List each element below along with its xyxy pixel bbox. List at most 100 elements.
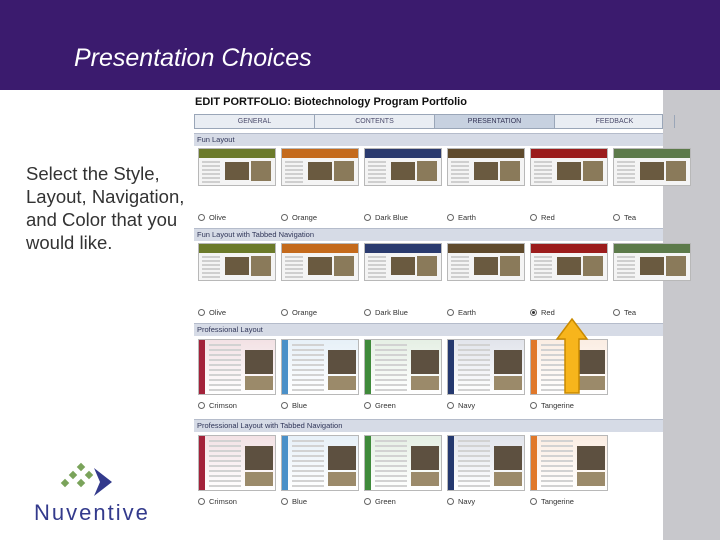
layout-thumbnail[interactable] [447, 148, 525, 186]
layout-thumbnail[interactable] [198, 339, 276, 395]
layout-thumbnail[interactable] [613, 243, 691, 281]
color-option-label: Dark Blue [375, 308, 408, 317]
layout-thumbnail[interactable] [364, 339, 442, 395]
thumbnail-part [557, 257, 581, 275]
slide-title: Presentation Choices [74, 44, 312, 72]
color-option[interactable]: Blue [281, 401, 307, 411]
color-option[interactable]: Crimson [198, 401, 237, 411]
color-option[interactable]: Olive [198, 213, 226, 223]
radio-button[interactable] [198, 213, 205, 221]
tab-feedback[interactable]: FEEDBACK [555, 115, 675, 128]
color-option[interactable]: Tangerine [530, 497, 574, 507]
color-option[interactable]: Dark Blue [364, 308, 408, 318]
thumbnail-part [617, 256, 635, 278]
thumbnail-part [451, 161, 469, 183]
layout-thumbnail[interactable] [198, 243, 276, 281]
radio-button[interactable] [281, 401, 288, 409]
radio-button[interactable] [281, 213, 288, 221]
layout-thumbnail[interactable] [530, 148, 608, 186]
color-option[interactable]: Orange [281, 308, 317, 318]
color-option-label: Tea [624, 308, 637, 317]
tab-contents[interactable]: CONTENTS [315, 115, 435, 128]
radio-button[interactable] [281, 308, 288, 316]
layout-thumbnail[interactable] [447, 435, 525, 491]
radio-button[interactable] [613, 213, 620, 221]
layout-thumbnail[interactable] [447, 243, 525, 281]
color-option-label: Olive [209, 213, 227, 222]
layout-thumbnail[interactable] [281, 148, 359, 186]
color-option[interactable]: Blue [281, 497, 307, 507]
radio-button[interactable] [530, 401, 537, 409]
color-option[interactable]: Tea [613, 213, 636, 223]
color-option[interactable]: Earth [447, 213, 476, 223]
thumbnail-part [531, 340, 537, 394]
thumbnail-part [577, 472, 605, 486]
radio-button[interactable] [530, 497, 537, 505]
layout-thumbnail[interactable] [364, 435, 442, 491]
thumbnail-part [202, 161, 220, 183]
layout-thumbnail[interactable] [364, 243, 442, 281]
color-option[interactable]: Red [530, 308, 555, 318]
radio-button[interactable] [447, 497, 454, 505]
tab-presentation[interactable]: PRESENTATION [435, 115, 555, 128]
color-option[interactable]: Navy [447, 497, 475, 507]
color-option-label: Earth [458, 308, 476, 317]
layout-thumbnail[interactable] [613, 148, 691, 186]
thumbnail-part [500, 161, 520, 181]
color-option[interactable]: Green [364, 497, 396, 507]
color-option[interactable]: Crimson [198, 497, 237, 507]
radio-button[interactable] [364, 401, 371, 409]
color-option[interactable]: Orange [281, 213, 317, 223]
tab-general[interactable]: GENERAL [195, 115, 315, 128]
layout-thumbnail[interactable] [281, 243, 359, 281]
color-option[interactable]: Earth [447, 308, 476, 318]
thumbnail-part [308, 257, 332, 275]
radio-button[interactable] [364, 213, 371, 221]
color-option-label: Navy [458, 401, 476, 410]
thumbnail-part [531, 244, 607, 253]
layout-thumbnail[interactable] [530, 435, 608, 491]
color-option[interactable]: Navy [447, 401, 475, 411]
layout-thumbnail[interactable] [281, 339, 359, 395]
thumbnail-part [199, 149, 275, 158]
radio-button[interactable] [281, 497, 288, 505]
thumbnail-part [640, 257, 664, 275]
radio-button[interactable] [364, 308, 371, 316]
layout-thumbnail[interactable] [364, 148, 442, 186]
layout-thumbnail[interactable] [447, 339, 525, 395]
color-option[interactable]: Dark Blue [364, 213, 408, 223]
section-header: Professional Layout with Tabbed Navigati… [194, 419, 663, 432]
thumbnail-part [334, 161, 354, 181]
thumbnail-part [500, 256, 520, 276]
thumbnail-part [282, 436, 288, 490]
thumbnail-part [225, 162, 249, 180]
radio-button[interactable] [530, 308, 537, 316]
color-option[interactable]: Tangerine [530, 401, 574, 411]
radio-button[interactable] [447, 213, 454, 221]
thumbnail-part [375, 344, 407, 392]
thumbnail-part [334, 256, 354, 276]
thumbnail-part [282, 340, 288, 394]
radio-button[interactable] [447, 308, 454, 316]
color-option[interactable]: Red [530, 213, 555, 223]
thumbnail-part [531, 149, 607, 158]
layout-thumbnail[interactable] [281, 435, 359, 491]
color-option-label: Olive [209, 308, 227, 317]
radio-button[interactable] [198, 497, 205, 505]
radio-button[interactable] [447, 401, 454, 409]
color-option[interactable]: Green [364, 401, 396, 411]
radio-button[interactable] [364, 497, 371, 505]
thumbnail-part [474, 162, 498, 180]
thumbnail-part [494, 350, 522, 374]
radio-button[interactable] [198, 401, 205, 409]
color-option[interactable]: Olive [198, 308, 226, 318]
layout-thumbnail[interactable] [198, 435, 276, 491]
color-option[interactable]: Tea [613, 308, 636, 318]
layout-thumbnail[interactable] [198, 148, 276, 186]
thumbnail-part [531, 436, 537, 490]
color-option-label: Blue [292, 497, 308, 506]
radio-button[interactable] [613, 308, 620, 316]
layout-thumbnail[interactable] [530, 243, 608, 281]
radio-button[interactable] [198, 308, 205, 316]
radio-button[interactable] [530, 213, 537, 221]
